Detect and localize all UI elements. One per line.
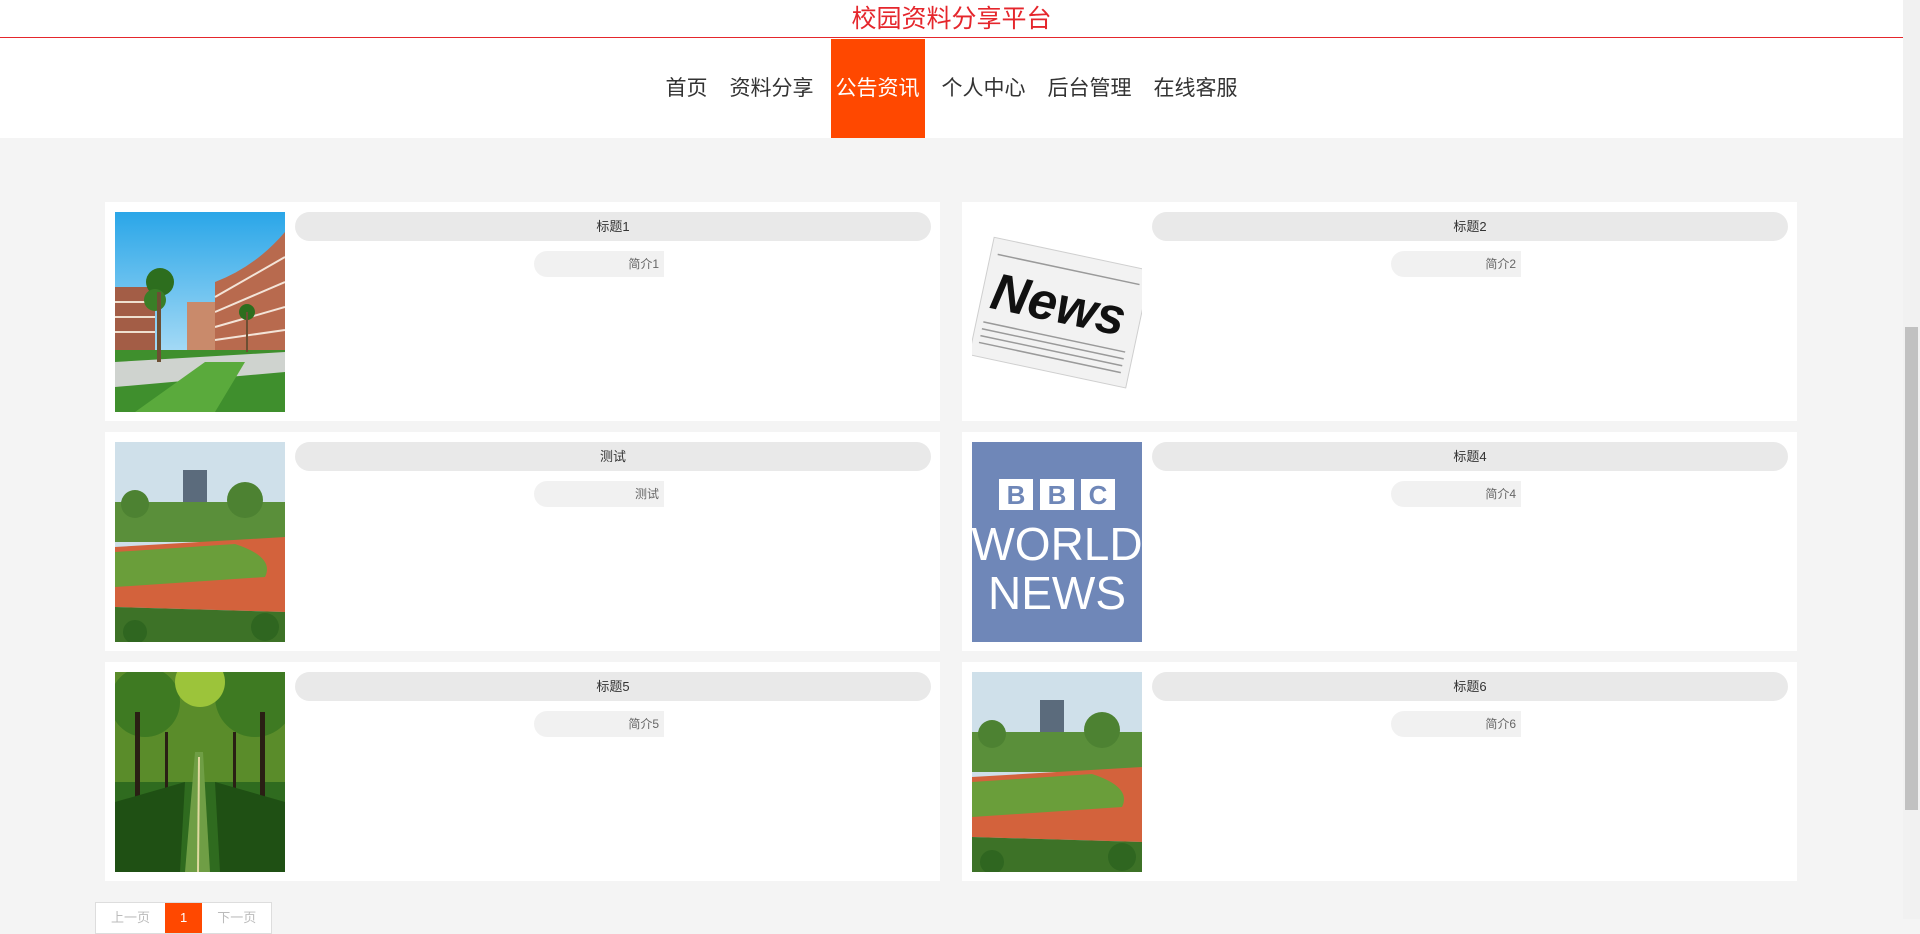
bbc-letter-b2: B [1048, 480, 1067, 510]
nav-item-resource-share[interactable]: 资料分享 [725, 39, 819, 138]
campus-building-image[interactable] [115, 212, 285, 412]
pagination: 上一页 1 下一页 [95, 902, 273, 934]
bbc-letter-c: C [1089, 480, 1108, 510]
vertical-scrollbar[interactable] [1903, 0, 1920, 919]
news-title[interactable]: 标题6 [1152, 672, 1788, 701]
bbc-news-text: NEWS [988, 567, 1126, 619]
sports-field-image[interactable] [115, 442, 285, 642]
prev-page-button[interactable]: 上一页 [96, 903, 165, 933]
bbc-world-text: WORLD [972, 518, 1142, 570]
bbc-world-news-image[interactable]: B B C WORLD NEWS [972, 442, 1142, 642]
nav-item-personal-center[interactable]: 个人中心 [937, 39, 1031, 138]
bbc-letter-b1: B [1007, 480, 1026, 510]
news-title[interactable]: 标题5 [295, 672, 931, 701]
news-intro: 简介1 [534, 251, 664, 277]
main-nav: 首页 资料分享 公告资讯 个人中心 后台管理 在线客服 [0, 39, 1903, 138]
news-title[interactable]: 标题2 [1152, 212, 1788, 241]
news-intro: 简介2 [1391, 251, 1521, 277]
current-page-button[interactable]: 1 [165, 903, 203, 933]
news-card[interactable]: 标题6 简介6 [962, 662, 1797, 881]
nav-item-announcements[interactable]: 公告资讯 [830, 39, 925, 138]
news-title[interactable]: 测试 [295, 442, 931, 471]
nav-item-online-support[interactable]: 在线客服 [1149, 39, 1243, 138]
next-page-button[interactable]: 下一页 [202, 903, 271, 933]
news-title[interactable]: 标题1 [295, 212, 931, 241]
news-intro: 测试 [534, 481, 664, 507]
site-header: 校园资料分享平台 首页 资料分享 公告资讯 个人中心 后台管理 在线客服 [0, 0, 1903, 138]
news-card[interactable]: 标题1 简介1 [105, 202, 940, 421]
news-title[interactable]: 标题4 [1152, 442, 1788, 471]
news-list: 标题1 简介1 News 标题2 简介2 测试 测试 B B C WORLD N… [105, 202, 1798, 882]
newspaper-news-image[interactable]: News [972, 212, 1142, 412]
news-intro: 简介4 [1391, 481, 1521, 507]
news-card[interactable]: News 标题2 简介2 [962, 202, 1797, 421]
news-card[interactable]: 测试 测试 [105, 432, 940, 651]
tree-lined-path-image[interactable] [115, 672, 285, 872]
site-title: 校园资料分享平台 [0, 0, 1903, 38]
nav-item-home[interactable]: 首页 [661, 39, 713, 138]
news-card[interactable]: B B C WORLD NEWS 标题4 简介4 [962, 432, 1797, 651]
scrollbar-thumb[interactable] [1905, 327, 1918, 810]
news-intro: 简介5 [534, 711, 664, 737]
news-intro: 简介6 [1391, 711, 1521, 737]
sports-field-image[interactable] [972, 672, 1142, 872]
nav-item-admin[interactable]: 后台管理 [1043, 39, 1137, 138]
news-card[interactable]: 标题5 简介5 [105, 662, 940, 881]
